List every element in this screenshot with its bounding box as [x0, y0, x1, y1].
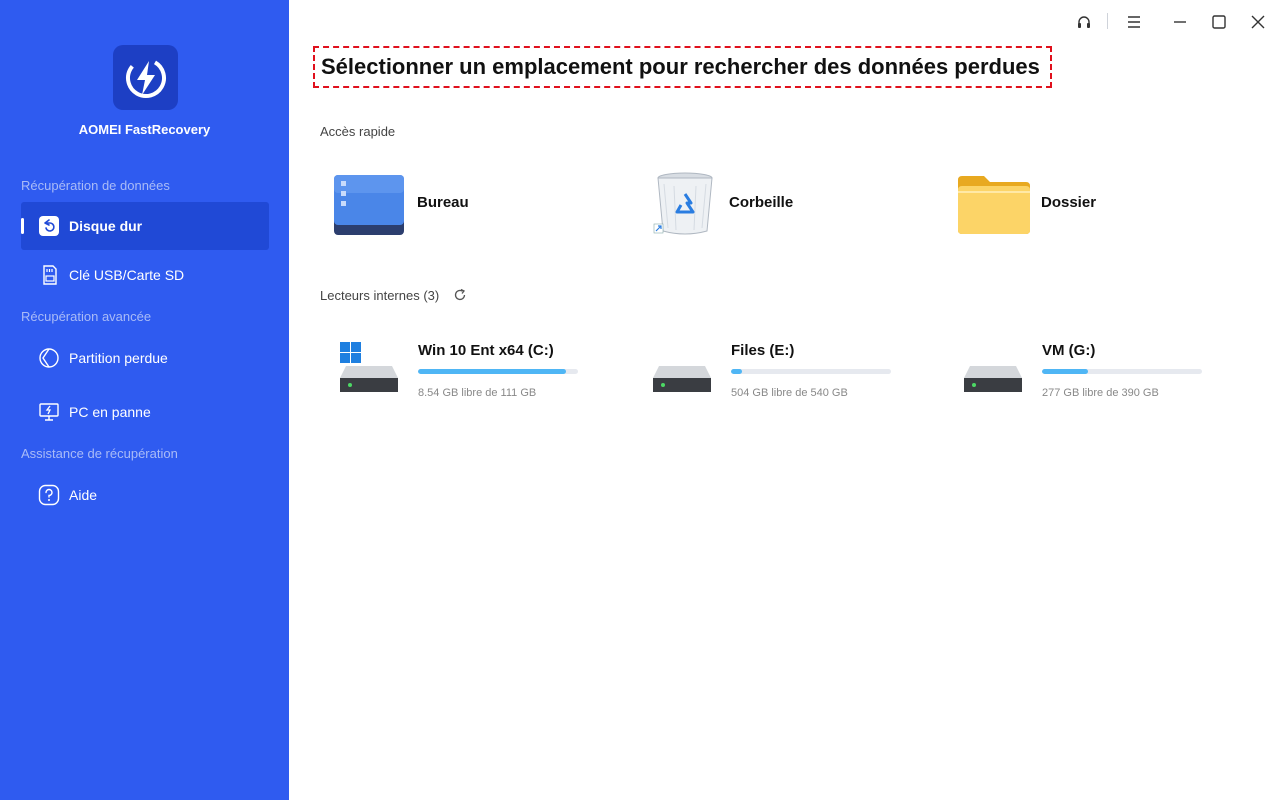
sidebar-item-label: Aide: [69, 487, 98, 503]
quick-access-label: Accès rapide: [320, 124, 396, 139]
drive-g[interactable]: VM (G:) 277 GB libre de 390 GB: [962, 332, 1252, 412]
drive-usage-fill: [418, 369, 566, 374]
sidebar-item-label: PC en panne: [69, 404, 151, 420]
drive-name: VM (G:): [1042, 342, 1096, 359]
desktop-icon: [329, 165, 409, 240]
recycle-bin-icon: [641, 165, 721, 240]
drive-free-space: 277 GB libre de 390 GB: [1042, 387, 1159, 399]
sidebar-item-crashed-pc[interactable]: PC en panne: [21, 388, 269, 436]
drive-usage-fill: [731, 369, 742, 374]
refresh-icon[interactable]: [453, 288, 467, 302]
hard-drive-icon: [964, 366, 1022, 392]
sidebar-item-label: Disque dur: [69, 218, 143, 234]
drive-name: Files (E:): [731, 342, 795, 359]
support-button[interactable]: [1072, 10, 1096, 34]
close-button[interactable]: [1246, 10, 1270, 34]
menu-button[interactable]: [1122, 10, 1146, 34]
drive-usage-fill: [1042, 369, 1089, 374]
lightning-logo-icon: [125, 57, 166, 98]
sidebar-item-label: Partition perdue: [69, 350, 168, 366]
sidebar-item-label: Clé USB/Carte SD: [69, 267, 185, 283]
maximize-button[interactable]: [1207, 10, 1231, 34]
drive-usage-bar: [418, 369, 578, 374]
drive-free-space: 8.54 GB libre de 111 GB: [418, 387, 537, 399]
maximize-icon: [1212, 15, 1226, 29]
hard-drive-icon: [653, 366, 711, 392]
active-indicator: [21, 218, 24, 234]
internal-drives-label: Lecteurs internes (3): [320, 288, 440, 303]
drive-e[interactable]: Files (E:) 504 GB libre de 540 GB: [651, 332, 941, 412]
drive-c[interactable]: Win 10 Ent x64 (C:) 8.54 GB libre de 111…: [338, 332, 628, 412]
lost-partition-icon: [37, 346, 61, 370]
sidebar-item-usb-sd[interactable]: Clé USB/Carte SD: [21, 251, 269, 299]
section-data-recovery: Récupération de données: [21, 178, 170, 193]
quick-access-label-desktop: Bureau: [417, 194, 469, 211]
sidebar-item-help[interactable]: Aide: [21, 471, 269, 519]
minimize-icon: [1174, 21, 1186, 23]
close-icon: [1251, 15, 1265, 29]
section-advanced-recovery: Récupération avancée: [21, 309, 152, 324]
quick-access-label-recycle-bin: Corbeille: [729, 194, 794, 211]
quick-access-recycle-bin[interactable]: Corbeille: [641, 165, 793, 240]
section-recovery-assistance: Assistance de récupération: [21, 446, 178, 461]
app-name: AOMEI FastRecovery: [78, 122, 211, 137]
quick-access-label-folder: Dossier: [1041, 194, 1097, 211]
headset-icon: [1078, 16, 1090, 28]
sidebar-item-hard-disk[interactable]: Disque dur: [21, 202, 269, 250]
hard-disk-restore-icon: [37, 214, 61, 238]
sidebar: AOMEI FastRecovery Récupération de donné…: [0, 0, 289, 800]
hard-drive-icon: [340, 342, 398, 392]
titlebar-separator: [1107, 13, 1108, 29]
quick-access-desktop[interactable]: Bureau: [329, 165, 469, 240]
minimize-button[interactable]: [1168, 10, 1192, 34]
page-title: Sélectionner un emplacement pour recherc…: [313, 46, 1052, 88]
help-icon: [37, 483, 61, 507]
sd-card-icon: [37, 263, 61, 287]
quick-access-folder[interactable]: Dossier: [953, 165, 1096, 240]
crashed-pc-icon: [37, 400, 61, 424]
sidebar-item-lost-partition[interactable]: Partition perdue: [21, 334, 269, 382]
app-logo: [113, 45, 178, 110]
windows-logo-icon: [340, 342, 361, 363]
drive-name: Win 10 Ent x64 (C:): [418, 342, 554, 359]
drive-usage-bar: [731, 369, 891, 374]
folder-icon: [953, 165, 1033, 240]
drive-usage-bar: [1042, 369, 1202, 374]
menu-icon: [1128, 16, 1140, 28]
drive-free-space: 504 GB libre de 540 GB: [731, 387, 848, 399]
